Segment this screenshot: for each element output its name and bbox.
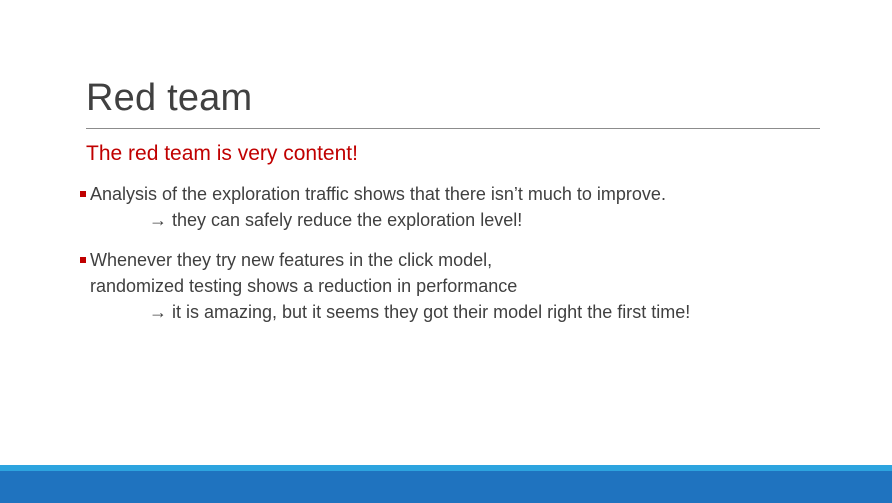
slide: Red team The red team is very content! A… (0, 0, 892, 503)
bullet-list: Analysis of the exploration traffic show… (78, 181, 868, 339)
footer-band-highlight (0, 465, 892, 471)
bullet-item: Analysis of the exploration traffic show… (78, 181, 868, 233)
title-divider (86, 128, 820, 129)
bullet-text: Analysis of the exploration traffic show… (90, 184, 666, 204)
bullet-text-continued: randomized testing shows a reduction in … (90, 276, 518, 296)
square-bullet-icon (80, 257, 86, 263)
bullet-text: Whenever they try new features in the cl… (90, 250, 493, 270)
bullet-item: Whenever they try new features in the cl… (78, 247, 868, 325)
slide-subtitle: The red team is very content! (86, 142, 358, 165)
square-bullet-icon (80, 191, 86, 197)
bullet-arrow-text: → they can safely reduce the exploration… (149, 210, 523, 230)
bullet-arrow-text: → it is amazing, but it seems they got t… (149, 302, 691, 322)
footer-band (0, 465, 892, 503)
slide-title: Red team (86, 77, 253, 119)
